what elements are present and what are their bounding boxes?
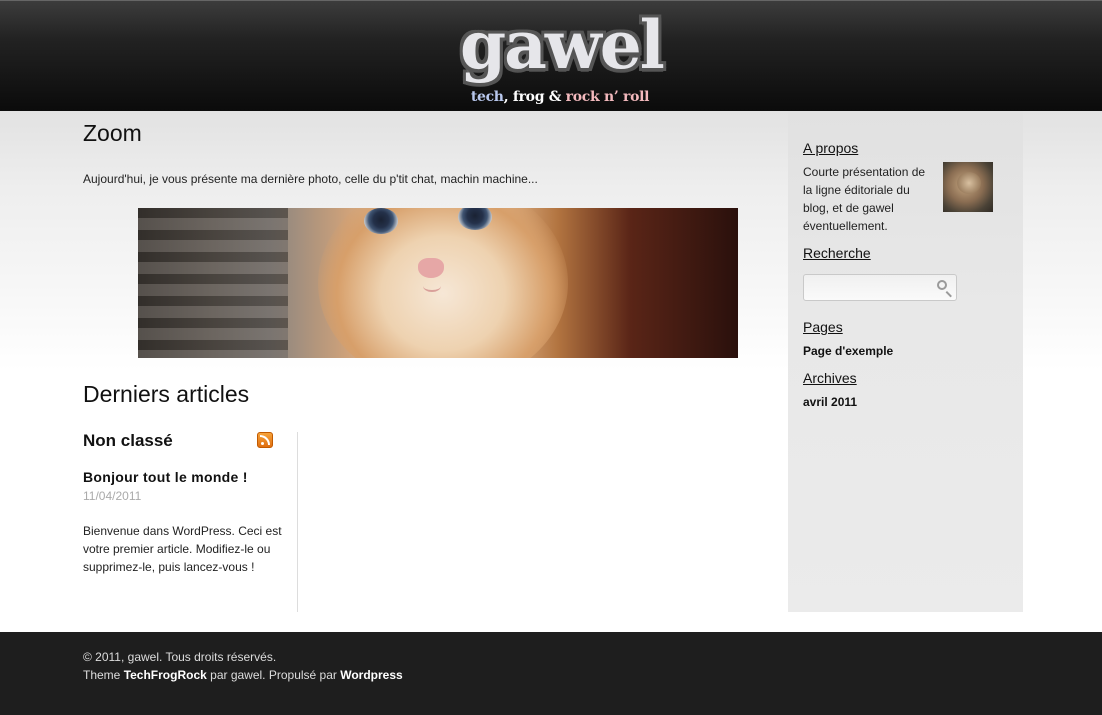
about-avatar (943, 162, 993, 212)
tagline-tech: tech (470, 89, 504, 105)
photo-cat-mouth (423, 280, 441, 292)
footer-theme-mid: par gawel. Propulsé par (206, 668, 341, 682)
article-excerpt: Bienvenue dans WordPress. Ceci est votre… (83, 524, 282, 574)
search-box (803, 274, 957, 301)
search-input[interactable] (810, 279, 932, 298)
kitten-photo (138, 208, 738, 358)
tagline-frog: frog & (508, 89, 562, 105)
sidebar-link-page-exemple[interactable]: Page d'exemple (803, 344, 893, 358)
widget-title-pages[interactable]: Pages (803, 319, 843, 335)
category-title[interactable]: Non classé (83, 431, 173, 451)
photo-blinds (138, 208, 288, 358)
post-intro: Aujourd'hui, je vous présente ma dernièr… (83, 172, 538, 186)
logo-text: gawel (460, 6, 665, 84)
widget-title-archives[interactable]: Archives (803, 370, 857, 386)
search-icon[interactable] (937, 280, 947, 290)
photo-cat-nose (418, 258, 444, 278)
footer-copyright: © 2011, gawel. Tous droits réservés. (83, 650, 277, 664)
article-title[interactable]: Bonjour tout le monde ! (83, 469, 248, 485)
site-tagline: tech, frog & rock n’ roll (460, 89, 660, 105)
latest-articles-heading: Derniers articles (83, 381, 250, 407)
photo-cat-eye-left (364, 208, 398, 234)
post-title[interactable]: Zoom (83, 120, 142, 147)
site-header: gawel tech, frog & rock n’ roll (0, 0, 1102, 111)
article-date: 11/04/2011 (83, 489, 142, 503)
about-text: Courte présentation de la ligne éditoria… (803, 165, 926, 233)
rss-icon[interactable] (257, 432, 273, 448)
widget-title-about[interactable]: A propos (803, 140, 858, 156)
column-divider (297, 432, 298, 612)
photo-cat-face (318, 208, 568, 358)
widget-title-search[interactable]: Recherche (803, 245, 871, 261)
tagline-rock: rock n’ roll (561, 89, 650, 105)
footer-credits: Theme TechFrogRock par gawel. Propulsé p… (83, 668, 403, 682)
footer-theme-prefix: Theme (83, 668, 124, 682)
sidebar-link-archive-avril-2011[interactable]: avril 2011 (803, 395, 857, 409)
footer-theme-link[interactable]: TechFrogRock (124, 668, 207, 682)
site-logo[interactable]: gawel (460, 3, 665, 87)
footer-wordpress-link[interactable]: Wordpress (340, 668, 402, 682)
